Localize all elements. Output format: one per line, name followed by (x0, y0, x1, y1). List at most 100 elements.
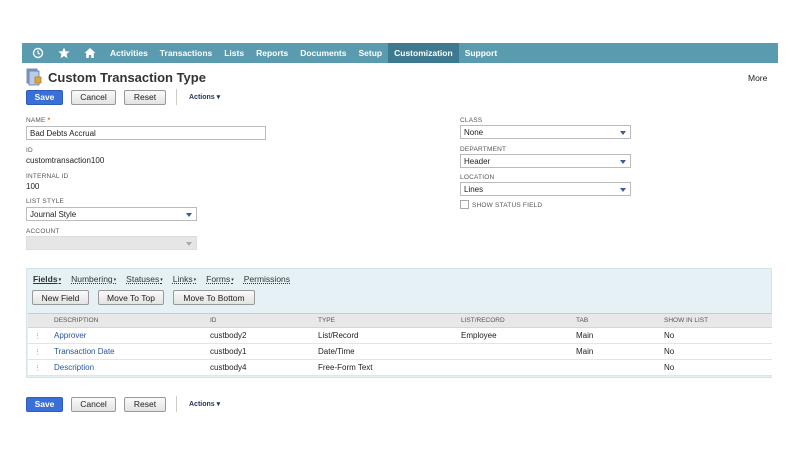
tab-fields[interactable]: Fields▾ (33, 274, 61, 284)
drag-handle-icon[interactable]: ⋮ (28, 364, 54, 372)
name-label: NAME * (26, 117, 51, 124)
cancel-button[interactable]: Cancel (71, 396, 116, 412)
recent-icon[interactable] (28, 43, 48, 63)
save-button[interactable]: Save (26, 89, 63, 105)
department-label: DEPARTMENT (460, 146, 507, 153)
location-value: Lines (464, 185, 484, 194)
row-id: custbody4 (210, 363, 247, 372)
page-header: Custom Transaction Type (26, 68, 206, 86)
save-button[interactable]: Save (26, 396, 63, 412)
nav-transactions[interactable]: Transactions (154, 43, 218, 63)
chevron-down-icon: ▾ (160, 276, 163, 283)
nav-documents[interactable]: Documents (294, 43, 352, 63)
chevron-down-icon (186, 213, 192, 217)
actions-menu[interactable]: Actions ▾ (189, 400, 220, 408)
page-title: Custom Transaction Type (48, 69, 206, 85)
cancel-button[interactable]: Cancel (71, 89, 116, 105)
actions-menu[interactable]: Actions ▾ (189, 93, 220, 101)
divider (176, 89, 177, 105)
chevron-down-icon (620, 188, 626, 192)
divider (176, 396, 177, 412)
location-label: LOCATION (460, 174, 495, 181)
id-label: ID (26, 147, 33, 154)
reset-button[interactable]: Reset (124, 89, 166, 105)
chevron-down-icon (620, 131, 626, 135)
tab-numbering[interactable]: Numbering▾ (71, 274, 116, 284)
row-id: custbody2 (210, 331, 247, 340)
required-star-icon: * (47, 117, 51, 124)
show-status-label: SHOW STATUS FIELD (472, 202, 543, 209)
id-value: customtransaction100 (26, 156, 105, 165)
department-select[interactable]: Header (460, 154, 631, 168)
row-show-in-list: No (664, 331, 675, 340)
tab-links[interactable]: Links▾ (173, 274, 196, 284)
nav-lists[interactable]: Lists (218, 43, 250, 63)
class-value: None (464, 128, 484, 137)
row-type: Date/Time (318, 347, 355, 356)
star-icon[interactable] (54, 43, 74, 63)
row-list-record: Employee (461, 331, 497, 340)
account-select (26, 236, 197, 250)
reset-button[interactable]: Reset (124, 396, 166, 412)
chevron-down-icon: ▾ (58, 276, 62, 283)
department-value: Header (464, 157, 491, 166)
row-type: Free-Form Text (318, 363, 373, 372)
more-link[interactable]: More (748, 73, 767, 83)
internal-id-value: 100 (26, 182, 40, 191)
subtab-bar: Fields▾ Numbering▾ Statuses▾ Links▾ Form… (33, 274, 300, 284)
row-tab: Main (576, 347, 594, 356)
drag-handle-icon[interactable]: ⋮ (28, 348, 54, 356)
class-select[interactable]: None (460, 125, 631, 139)
row-description-link[interactable]: Approver (54, 331, 210, 340)
row-type: List/Record (318, 331, 359, 340)
nav-setup[interactable]: Setup (353, 43, 389, 63)
class-label: CLASS (460, 117, 483, 124)
column-header: LIST/RECORD (461, 317, 505, 324)
row-show-in-list: No (664, 347, 675, 356)
table-row[interactable]: ⋮ Approver custbody2 List/Record Employe… (28, 328, 772, 344)
tab-statuses[interactable]: Statuses▾ (126, 274, 163, 284)
nav-activities[interactable]: Activities (104, 43, 154, 63)
bottom-button-row: Save Cancel Reset Actions ▾ (26, 396, 220, 412)
table-row[interactable]: ⋮ Transaction Date custbody1 Date/Time M… (28, 344, 772, 360)
fields-table: DESCRIPTION ID TYPE LIST/RECORD TAB SHOW… (28, 313, 772, 376)
chevron-down-icon: ▾ (113, 276, 117, 283)
chevron-down-icon (186, 242, 192, 246)
row-show-in-list: No (664, 363, 675, 372)
nav-reports[interactable]: Reports (250, 43, 294, 63)
row-id: custbody1 (210, 347, 247, 356)
location-select[interactable]: Lines (460, 182, 631, 196)
chevron-down-icon: ▾ (231, 276, 234, 283)
top-button-row: Save Cancel Reset Actions ▾ (26, 89, 220, 105)
move-to-bottom-button[interactable]: Move To Bottom (173, 290, 255, 305)
panel-button-row: New Field Move To Top Move To Bottom (32, 290, 264, 305)
list-style-value: Journal Style (30, 210, 77, 219)
column-header: TAB (576, 317, 589, 324)
tab-forms[interactable]: Forms▾ (206, 274, 234, 284)
row-description-link[interactable]: Description (54, 363, 210, 372)
nav-customization[interactable]: Customization (388, 43, 459, 63)
show-status-checkbox[interactable] (460, 200, 469, 209)
table-row[interactable]: ⋮ Description custbody4 Free-Form Text N… (28, 360, 772, 376)
tab-permissions[interactable]: Permissions (244, 274, 290, 284)
column-header: DESCRIPTION (54, 317, 99, 324)
subtabs-panel: Fields▾ Numbering▾ Statuses▾ Links▾ Form… (26, 268, 772, 378)
column-header: SHOW IN LIST (664, 317, 709, 324)
column-header: ID (210, 317, 217, 324)
document-icon (26, 68, 42, 86)
chevron-down-icon (620, 160, 626, 164)
home-icon[interactable] (80, 43, 100, 63)
row-description-link[interactable]: Transaction Date (54, 347, 210, 356)
table-header: DESCRIPTION ID TYPE LIST/RECORD TAB SHOW… (28, 314, 772, 328)
account-label: ACCOUNT (26, 228, 60, 235)
chevron-down-icon: ▾ (193, 276, 197, 283)
main-navbar: Activities Transactions Lists Reports Do… (22, 43, 778, 63)
name-field[interactable]: Bad Debts Accrual (26, 126, 266, 140)
nav-support[interactable]: Support (459, 43, 504, 63)
list-style-select[interactable]: Journal Style (26, 207, 197, 221)
column-header: TYPE (318, 317, 335, 324)
row-tab: Main (576, 331, 594, 340)
move-to-top-button[interactable]: Move To Top (98, 290, 164, 305)
new-field-button[interactable]: New Field (32, 290, 89, 305)
drag-handle-icon[interactable]: ⋮ (28, 332, 54, 340)
